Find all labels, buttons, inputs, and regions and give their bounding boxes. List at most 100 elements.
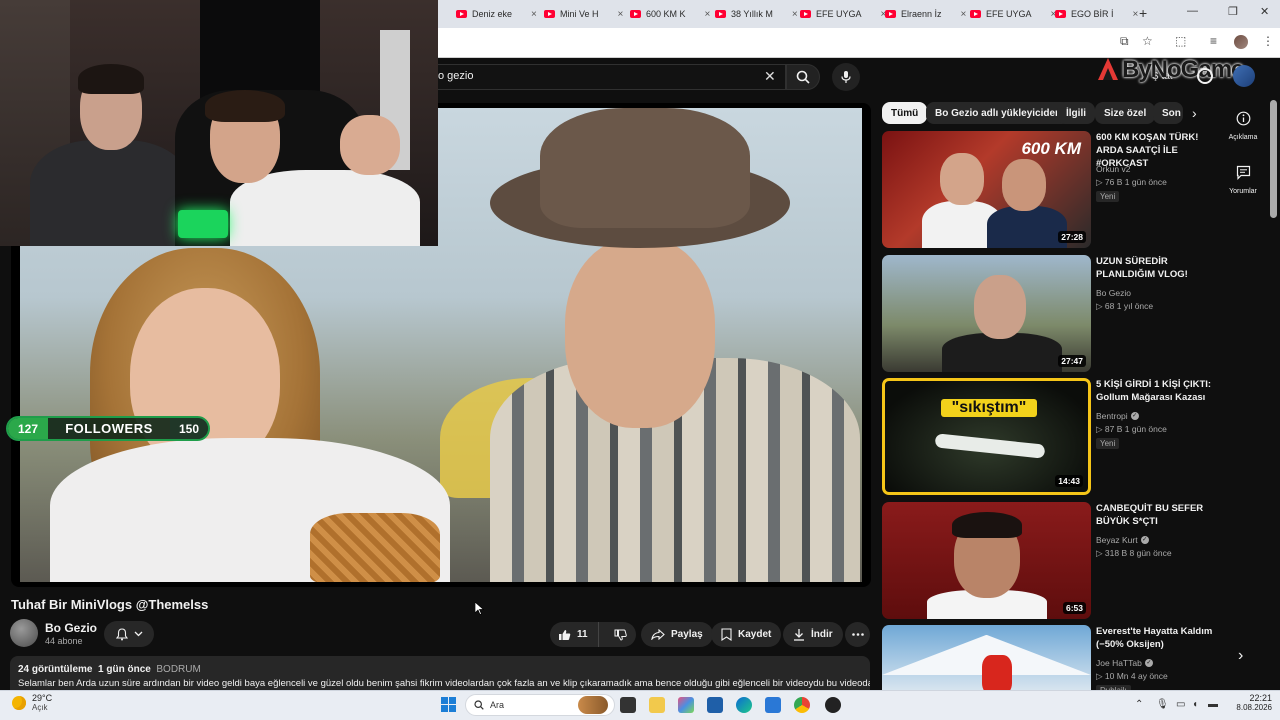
tab-close-icon[interactable]: ×	[618, 9, 624, 20]
search-highlight-icon[interactable]	[578, 696, 608, 714]
moon-icon	[12, 695, 26, 710]
share-button[interactable]: Paylaş	[641, 622, 713, 647]
browser-tab[interactable]: Mini Ve H ×	[544, 4, 623, 24]
browser-profile-avatar[interactable]	[1234, 35, 1248, 49]
bookmark-star-icon[interactable]: ☆	[1142, 34, 1153, 48]
filter-chip[interactable]: İlgili	[1057, 102, 1095, 124]
recommended-video[interactable]: 27:47 UZUN SÜREDİR PLANLDIĞIM VLOG! Bo Gez…	[882, 255, 1222, 373]
video-thumbnail[interactable]: 6:53	[882, 502, 1091, 619]
account-avatar[interactable]	[1233, 65, 1255, 87]
dislike-button[interactable]	[605, 629, 636, 641]
browser-tab[interactable]: Elraenn İz ×	[885, 4, 966, 24]
browser-tab[interactable]: EFE UYGA ×	[970, 4, 1056, 24]
maximize-icon[interactable]: ❐	[1228, 5, 1238, 18]
mail-icon[interactable]	[765, 697, 781, 713]
bell-icon	[115, 627, 128, 640]
recommended-channel[interactable]: Bentropi ✓	[1096, 411, 1139, 421]
cast-icon[interactable]: ⧉	[1120, 34, 1129, 49]
video-thumbnail[interactable]: 600 KM 27:28	[882, 131, 1091, 248]
system-clock[interactable]: 22:21 8.08.2026	[1226, 693, 1272, 712]
browser-menu-icon[interactable]: ⋮	[1262, 34, 1274, 48]
verified-check-icon: ✓	[1140, 536, 1149, 544]
recommended-age: 1 yıl önce	[1116, 301, 1154, 311]
recommended-video-title[interactable]: 5 KİŞİ GİRDİ 1 KİŞİ ÇIKTI: Gollum Mağara…	[1096, 378, 1222, 404]
browser-tab[interactable]: EFE UYGA ×	[800, 4, 886, 24]
recommended-video-title[interactable]: UZUN SÜREDİR PLANLDIĞIM VLOG!	[1096, 255, 1222, 281]
browser-tab-title: EFE UYGA	[816, 9, 862, 19]
recommended-channel[interactable]: Beyaz Kurt ✓	[1096, 535, 1149, 545]
tab-close-icon[interactable]: ×	[1133, 9, 1139, 20]
recommended-channel-name: Orkun v2	[1096, 164, 1131, 174]
channel-name[interactable]: Bo Gezio	[45, 621, 97, 635]
description-panel-button[interactable]: Açıklama	[1226, 111, 1260, 141]
chevron-right-icon[interactable]: ›	[1238, 647, 1243, 665]
tab-close-icon[interactable]: ×	[961, 9, 967, 20]
more-actions-button[interactable]	[845, 622, 870, 647]
page-scrollbar[interactable]	[1270, 100, 1277, 218]
volume-icon[interactable]: ◖	[1192, 699, 1198, 710]
webcam-green-light	[178, 210, 228, 238]
play-icon: ▷	[1096, 301, 1105, 311]
search-clear-icon[interactable]: ✕	[764, 68, 776, 85]
filter-chip[interactable]: Son	[1153, 102, 1183, 124]
windows-start-icon[interactable]	[441, 697, 456, 712]
tab-close-icon[interactable]: ×	[792, 9, 798, 20]
subscription-bell-button[interactable]	[104, 621, 154, 647]
search-input-value[interactable]: o gezio	[438, 70, 473, 82]
recommended-channel[interactable]: Orkun v2	[1096, 164, 1131, 174]
save-button[interactable]: Kaydet	[711, 622, 782, 647]
filter-chip[interactable]: Bo Gezio adlı yükleyiciden	[926, 102, 1071, 124]
recommended-video-title[interactable]: Everest'te Hayatta Kaldım (−50% Oksijen)	[1096, 625, 1222, 651]
recommended-channel[interactable]: Bo Gezio	[1096, 288, 1131, 298]
microphone-tray-icon[interactable]: 🎙︎	[1156, 699, 1169, 710]
filter-chip[interactable]: Size özel	[1095, 102, 1156, 124]
search-button[interactable]	[786, 64, 820, 90]
browser-tab[interactable]: Deniz eke ×	[456, 4, 537, 24]
chevron-right-icon[interactable]: ›	[1192, 105, 1197, 121]
browser-tab[interactable]: 38 Yıllık M ×	[715, 4, 798, 24]
extensions-icon[interactable]: ⬚	[1175, 34, 1186, 48]
recommended-video[interactable]: 6:53 CANBEQUİT BU SEFER BÜYÜK S*ÇTI Beyaz …	[882, 502, 1222, 620]
browser-tab[interactable]: 600 KM K ×	[630, 4, 710, 24]
new-tab-button[interactable]: +	[1139, 5, 1147, 21]
clock-time: 22:21	[1249, 693, 1272, 703]
recommended-stats: ▷ 318 B 8 gün önce	[1096, 548, 1172, 559]
file-explorer-icon[interactable]	[649, 697, 665, 713]
video-thumbnail[interactable]: "sıkıştım" 14:43	[882, 378, 1091, 495]
recommended-video[interactable]: "sıkıştım" 14:43 5 KİŞİ GİRDİ 1 KİŞİ ÇIKTI…	[882, 378, 1222, 496]
weather-widget[interactable]: 29°C Açık	[12, 693, 52, 712]
obs-icon[interactable]	[825, 697, 841, 713]
reading-list-icon[interactable]: ≡	[1210, 34, 1217, 48]
edge-icon[interactable]	[736, 697, 752, 713]
youtube-favicon-icon	[715, 10, 726, 18]
recommended-video-title[interactable]: CANBEQUİT BU SEFER BÜYÜK S*ÇTI	[1096, 502, 1222, 528]
thumbs-down-icon	[614, 629, 627, 641]
chrome-icon[interactable]	[794, 697, 810, 713]
tab-close-icon[interactable]: ×	[531, 9, 537, 20]
notifications-icon[interactable]	[1197, 68, 1213, 84]
network-icon[interactable]: ▭	[1176, 699, 1185, 710]
voice-search-button[interactable]	[832, 63, 860, 91]
window-close-icon[interactable]: ✕	[1260, 5, 1269, 18]
comments-panel-button[interactable]: Yorumlar	[1226, 165, 1260, 195]
browser-tab[interactable]: EGO BİR İ ×	[1055, 4, 1138, 24]
like-button[interactable]: 11	[550, 622, 599, 647]
recommended-channel-name: Bentropi	[1096, 411, 1128, 421]
store-icon[interactable]	[707, 697, 723, 713]
task-view-icon[interactable]	[620, 697, 636, 713]
recommended-video[interactable]: 600 KM 27:28 600 KM KOŞAN TÜRK! ARDA SAATÇ…	[882, 131, 1222, 249]
tab-close-icon[interactable]: ×	[705, 9, 711, 20]
location-tag[interactable]: BODRUM	[156, 664, 200, 675]
copilot-icon[interactable]	[678, 697, 694, 713]
channel-avatar[interactable]	[10, 619, 38, 647]
thumbnail-caption: "sıkıştım"	[941, 399, 1037, 417]
video-thumbnail[interactable]: 27:47	[882, 255, 1091, 372]
recommended-channel[interactable]: Joe HaTTab ✓	[1096, 658, 1153, 668]
minimize-icon[interactable]: —	[1187, 5, 1198, 17]
download-label: İndir	[811, 629, 833, 640]
download-button[interactable]: İndir	[783, 622, 843, 647]
tray-overflow-icon[interactable]: ⌃	[1135, 699, 1143, 710]
description-box[interactable]: 24 görüntüleme 1 gün önce BODRUM Selamla…	[10, 656, 870, 690]
filter-chip[interactable]: Tümü	[882, 102, 928, 124]
battery-icon[interactable]: ▬	[1208, 699, 1218, 710]
